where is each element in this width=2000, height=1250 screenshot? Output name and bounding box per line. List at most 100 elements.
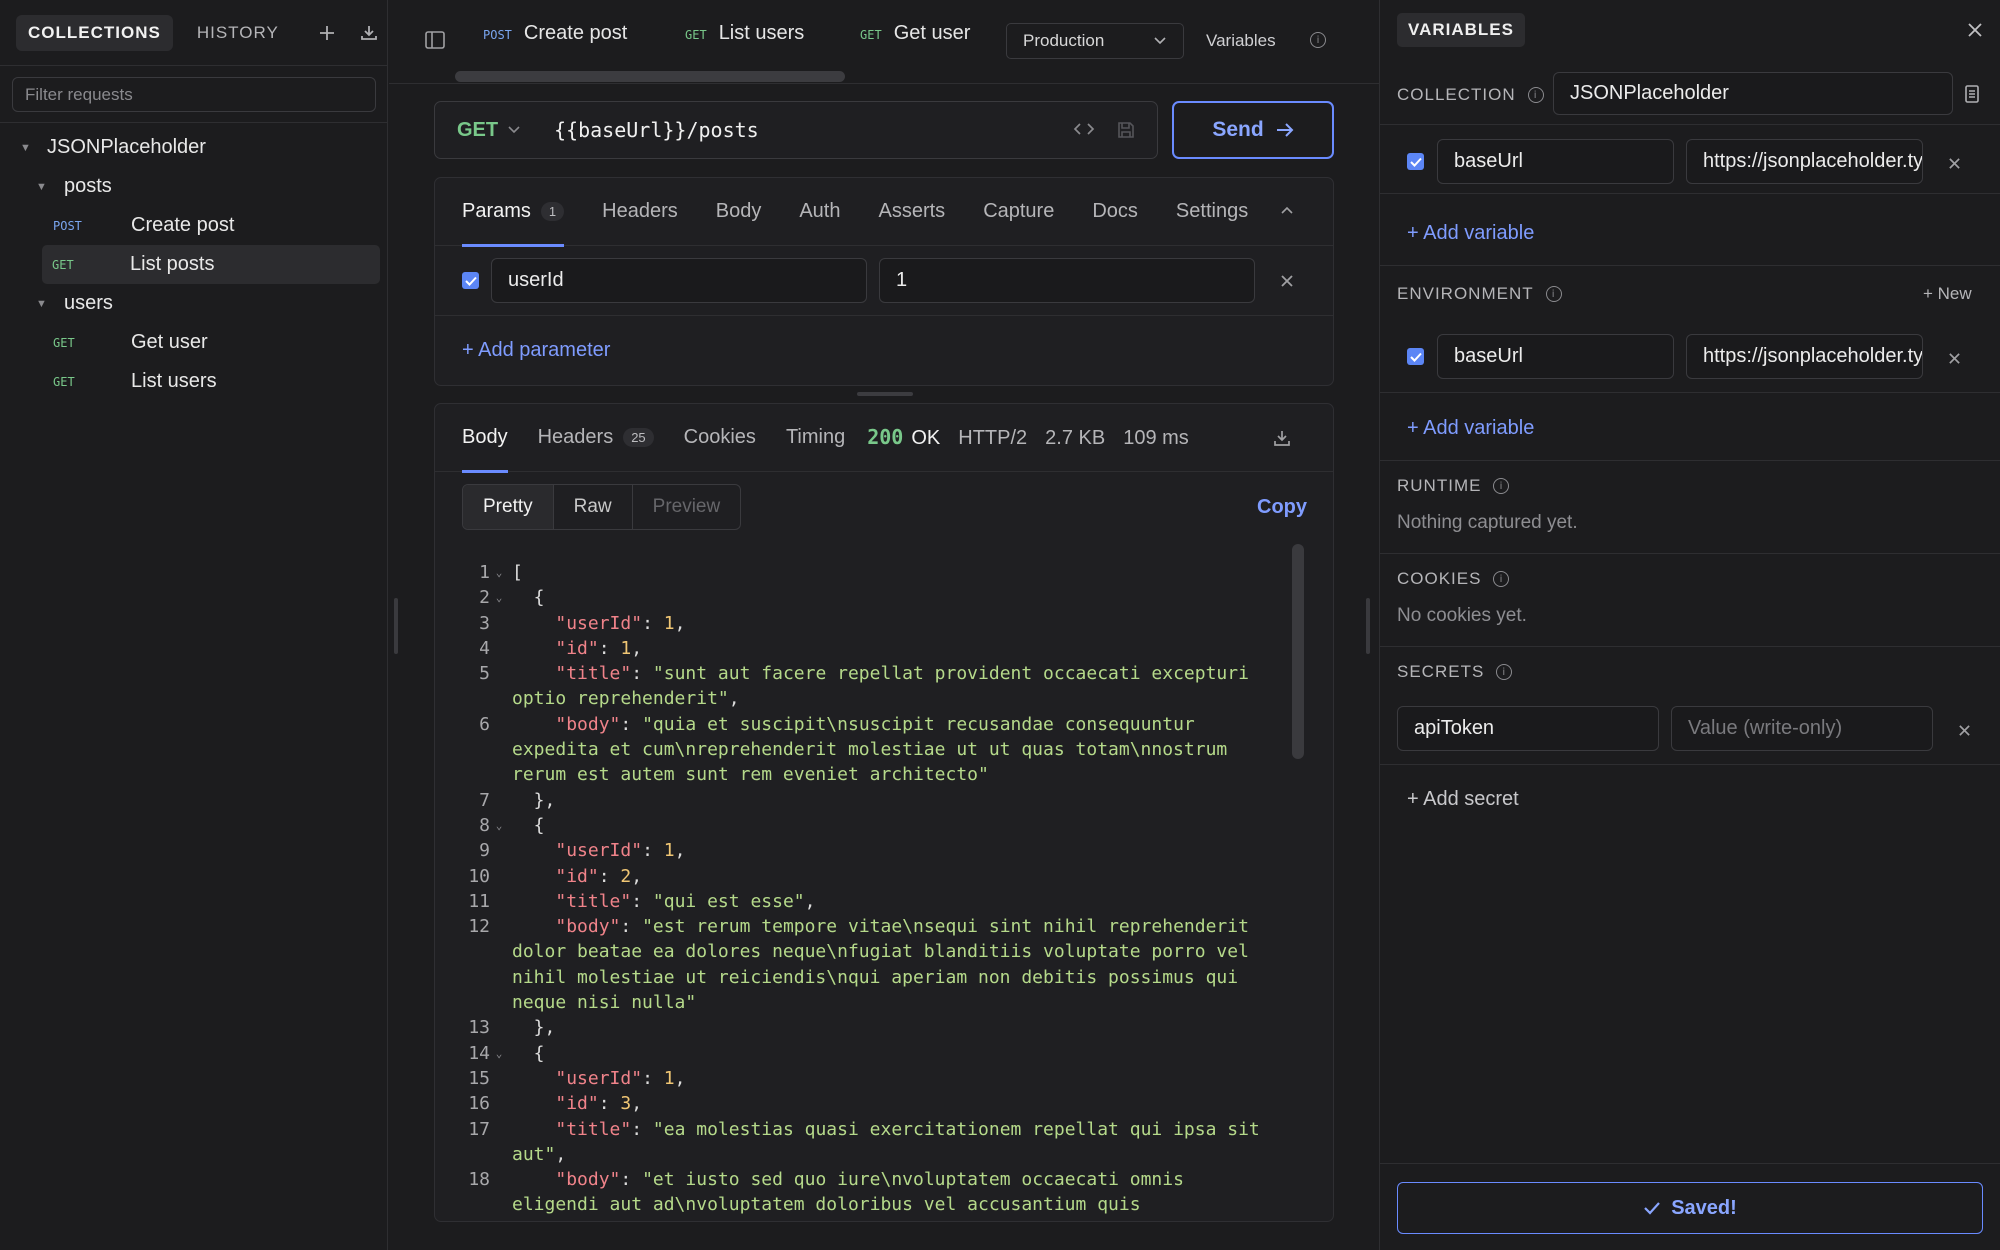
method-badge: POST — [53, 218, 82, 233]
info-icon[interactable]: i — [1545, 286, 1562, 302]
tab-response-timing[interactable]: Timing — [786, 404, 845, 472]
tab-response-cookies[interactable]: Cookies — [684, 404, 756, 472]
section-title: ENVIRONMENT — [1397, 284, 1534, 303]
code-icon[interactable] — [1073, 121, 1095, 139]
remove-secret-icon[interactable] — [1958, 724, 1971, 737]
new-environment-button[interactable]: + New — [1923, 284, 1972, 304]
param-value-input[interactable]: 1 — [879, 258, 1255, 303]
sidebar-toggle-icon[interactable] — [425, 31, 445, 49]
add-collection-variable-link[interactable]: + Add variable — [1407, 222, 1534, 245]
copy-button[interactable]: Copy — [1257, 496, 1307, 519]
tab-settings[interactable]: Settings — [1176, 178, 1248, 246]
response-view-toggle: Pretty Raw Preview — [462, 484, 742, 530]
tab-auth[interactable]: Auth — [799, 178, 840, 246]
environment-select[interactable]: Production — [1006, 23, 1184, 59]
json-punctuation: , — [804, 890, 816, 912]
tree-collection[interactable]: ▼ JSONPlaceholder — [0, 128, 388, 167]
response-body-code[interactable]: 1 ⌄[2 ⌄ {3 "userId": 1, 4 "id": 1, 5 "title"… — [460, 560, 1290, 1218]
tab-list-users[interactable]: GET List users — [685, 22, 804, 45]
tab-create-post[interactable]: POST Create post — [483, 22, 627, 45]
method-select[interactable]: GET — [457, 119, 554, 142]
json-punctuation — [512, 1169, 555, 1190]
request-name: List users — [131, 370, 217, 392]
env-var-value-input[interactable]: https://jsonplaceholder.typicode.com — [1686, 334, 1923, 379]
tab-scrollbar[interactable] — [455, 71, 845, 82]
fold-chevron-icon[interactable]: ⌄ — [490, 813, 508, 838]
save-icon[interactable] — [1117, 121, 1135, 139]
close-icon[interactable] — [1967, 22, 1983, 38]
add-parameter-link[interactable]: + Add parameter — [462, 339, 610, 361]
info-icon[interactable]: i — [1310, 32, 1326, 48]
info-icon[interactable]: i — [1493, 478, 1510, 494]
variables-button[interactable]: Variables — [1206, 31, 1276, 51]
info-icon[interactable]: i — [1496, 664, 1513, 680]
info-icon[interactable]: i — [1527, 87, 1544, 103]
code-line: 2 ⌄ { — [460, 585, 1290, 610]
fold-chevron-icon[interactable]: ⌄ — [490, 560, 508, 585]
url-input[interactable]: {{baseUrl}}/posts — [554, 118, 1073, 142]
plus-icon[interactable] — [317, 23, 337, 43]
remove-variable-icon[interactable] — [1948, 352, 1961, 365]
collection-name-input[interactable]: JSONPlaceholder — [1553, 72, 1953, 115]
fold-gutter — [490, 1015, 508, 1040]
fold-chevron-icon[interactable]: ⌄ — [490, 585, 508, 610]
env-var-enabled-checkbox[interactable] — [1407, 348, 1424, 365]
line-content: "title": "sunt aut facere repellat provi… — [508, 661, 1249, 686]
tab-docs[interactable]: Docs — [1092, 178, 1138, 246]
view-raw[interactable]: Raw — [554, 485, 633, 529]
saved-label: Saved! — [1671, 1196, 1737, 1219]
sidebar-resize-handle[interactable] — [394, 598, 398, 654]
tab-params[interactable]: Params 1 — [462, 178, 565, 247]
secret-value-input[interactable]: Value (write-only) — [1671, 706, 1933, 751]
add-secret-link[interactable]: + Add secret — [1407, 788, 1519, 811]
view-pretty[interactable]: Pretty — [463, 485, 554, 529]
line-number: 11 — [468, 890, 490, 912]
tab-response-body[interactable]: Body — [462, 404, 508, 473]
download-icon[interactable] — [1272, 428, 1292, 448]
tab-headers[interactable]: Headers — [602, 178, 678, 246]
tree-folder-users[interactable]: ▼ users — [0, 284, 388, 323]
url-bar: GET {{baseUrl}}/posts — [434, 101, 1158, 159]
import-icon[interactable] — [359, 23, 379, 43]
response-meta: 200 OK HTTP/2 2.7 KB 109 ms — [867, 425, 1189, 450]
secret-key-input[interactable]: apiToken — [1397, 706, 1659, 751]
fold-gutter — [490, 965, 508, 990]
param-key-input[interactable]: userId — [491, 258, 867, 303]
code-scrollbar[interactable] — [1292, 544, 1304, 759]
tab-collections[interactable]: COLLECTIONS — [16, 14, 173, 51]
env-var-key-input[interactable]: baseUrl — [1437, 334, 1674, 379]
tab-body[interactable]: Body — [716, 178, 762, 246]
panel-resize-handle[interactable] — [857, 392, 913, 396]
tab-capture[interactable]: Capture — [983, 178, 1054, 246]
chevron-up-icon[interactable] — [1280, 205, 1294, 215]
tree-request-create-post[interactable]: POST Create post — [0, 206, 388, 245]
remove-param-icon[interactable] — [1280, 274, 1294, 288]
fold-chevron-icon[interactable]: ⌄ — [490, 1041, 508, 1066]
add-environment-variable-link[interactable]: + Add variable — [1407, 417, 1534, 440]
tab-history[interactable]: HISTORY — [185, 15, 291, 51]
tree-request-get-user[interactable]: GET Get user — [0, 323, 388, 362]
tree-folder-posts[interactable]: ▼ posts — [0, 167, 388, 206]
send-button[interactable]: Send — [1172, 101, 1334, 159]
remove-variable-icon[interactable] — [1948, 157, 1961, 170]
tree-request-list-users[interactable]: GET List users — [0, 362, 388, 401]
json-string: dolor beatae ea dolores neque\nfugiat bl… — [512, 941, 1249, 963]
tab-label: Params — [462, 200, 531, 222]
param-enabled-checkbox[interactable] — [462, 272, 479, 289]
tab-asserts[interactable]: Asserts — [879, 178, 946, 246]
line-content: "body": "et iusto sed quo iure\nvoluptat… — [508, 1167, 1184, 1192]
collection-var-key-input[interactable]: baseUrl — [1437, 139, 1674, 184]
info-icon[interactable]: i — [1493, 571, 1510, 587]
document-icon[interactable] — [1964, 85, 1980, 103]
collection-var-enabled-checkbox[interactable] — [1407, 153, 1424, 170]
panel-resize-handle-right[interactable] — [1366, 598, 1370, 654]
tab-response-headers[interactable]: Headers 25 — [538, 404, 654, 472]
line-content: "body": "est rerum tempore vitae\nsequi … — [508, 914, 1249, 939]
view-preview[interactable]: Preview — [633, 485, 741, 529]
filter-requests-input[interactable]: Filter requests — [12, 77, 376, 112]
tab-get-user[interactable]: GET Get user — [860, 22, 970, 45]
collection-var-value-input[interactable]: https://jsonplaceholder.typicode.com — [1686, 139, 1923, 184]
tree-request-list-posts[interactable]: GET List posts — [42, 245, 380, 284]
json-punctuation: }, — [512, 1017, 556, 1039]
saved-button[interactable]: Saved! — [1397, 1182, 1983, 1234]
